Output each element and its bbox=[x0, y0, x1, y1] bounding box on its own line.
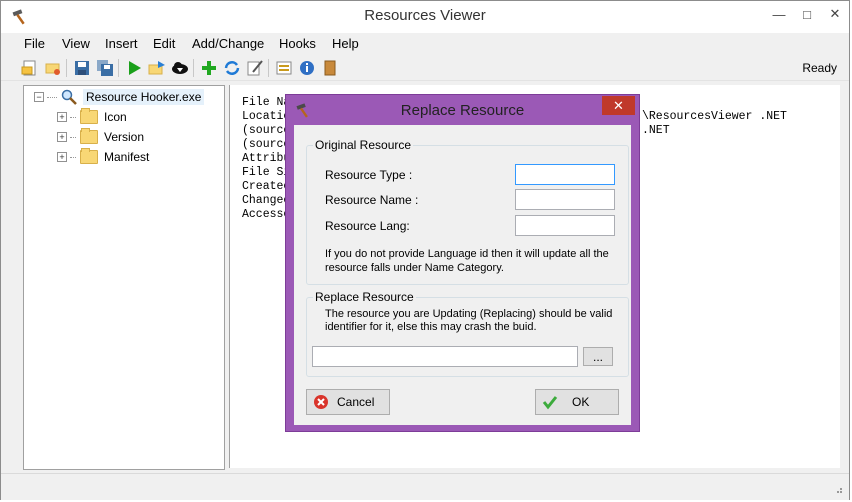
ok-button[interactable]: OK bbox=[535, 389, 619, 415]
menu-file[interactable]: File bbox=[24, 36, 45, 51]
tree-item-label: Manifest bbox=[104, 150, 150, 164]
minimize-button[interactable]: — bbox=[765, 1, 793, 27]
browse-button[interactable]: ... bbox=[583, 347, 613, 366]
open-file-icon[interactable] bbox=[21, 59, 39, 77]
expand-icon[interactable]: + bbox=[57, 152, 67, 162]
tree-root[interactable]: − Resource Hooker.exe bbox=[34, 88, 205, 106]
tree-item-icon[interactable]: + Icon bbox=[57, 108, 127, 126]
folder-icon bbox=[80, 148, 98, 164]
replace-resource-dialog: Replace Resource ✕ Original Resource Res… bbox=[285, 94, 640, 432]
info-icon[interactable] bbox=[298, 59, 316, 77]
detail-line: Attribu bbox=[242, 152, 291, 165]
save-all-icon[interactable] bbox=[96, 59, 114, 77]
resource-type-label: Resource Type : bbox=[325, 168, 413, 182]
toolbar: Ready bbox=[1, 56, 849, 81]
close-window-button[interactable]: ✕ bbox=[821, 1, 849, 27]
folder-icon bbox=[80, 108, 98, 124]
detail-line: Createc bbox=[242, 180, 291, 193]
cancel-button[interactable]: Cancel bbox=[306, 389, 390, 415]
collapse-icon[interactable]: − bbox=[34, 92, 44, 102]
dialog-body: Original Resource Resource Type : Resour… bbox=[294, 125, 631, 425]
add-icon[interactable] bbox=[200, 59, 218, 77]
expand-icon[interactable]: + bbox=[57, 132, 67, 142]
detail-line: (source bbox=[242, 124, 291, 137]
status-bar bbox=[1, 473, 849, 500]
original-resource-label: Original Resource bbox=[313, 138, 414, 152]
expand-icon[interactable]: + bbox=[57, 112, 67, 122]
replace-hint-line2: identifier for it, else this may crash t… bbox=[325, 321, 537, 333]
resource-lang-label: Resource Lang: bbox=[325, 219, 410, 233]
detail-line: Changec bbox=[242, 194, 291, 207]
detail-line: File Na bbox=[242, 96, 291, 109]
replace-resource-label: Replace Resource bbox=[313, 290, 416, 304]
resource-name-label: Resource Name : bbox=[325, 193, 419, 207]
checkmark-icon bbox=[542, 396, 558, 410]
run-icon[interactable] bbox=[125, 59, 143, 77]
status-ready: Ready bbox=[802, 61, 837, 75]
replace-file-input[interactable] bbox=[312, 346, 578, 367]
maximize-button[interactable]: □ bbox=[793, 1, 821, 27]
ok-label: OK bbox=[572, 395, 590, 409]
detail-line: (source bbox=[242, 138, 291, 151]
resize-grip-icon[interactable] bbox=[833, 484, 843, 494]
menu-bar: File View Insert Edit Add/Change Hooks H… bbox=[1, 34, 849, 54]
properties-icon[interactable] bbox=[275, 59, 293, 77]
detail-line: File Si bbox=[242, 166, 291, 179]
detail-fragment: \ResourcesViewer .NET bbox=[642, 110, 787, 123]
resource-type-input[interactable] bbox=[515, 164, 615, 185]
menu-help[interactable]: Help bbox=[332, 36, 359, 51]
tree-root-label: Resource Hooker.exe bbox=[83, 89, 205, 105]
edit-icon[interactable] bbox=[246, 59, 264, 77]
menu-hooks[interactable]: Hooks bbox=[279, 36, 316, 51]
save-icon[interactable] bbox=[73, 59, 91, 77]
tree-item-label: Icon bbox=[104, 110, 127, 124]
dialog-close-button[interactable]: ✕ bbox=[602, 96, 635, 115]
folder-icon bbox=[80, 128, 98, 144]
menu-edit[interactable]: Edit bbox=[153, 36, 175, 51]
tree-item-label: Version bbox=[104, 130, 145, 144]
cancel-label: Cancel bbox=[337, 395, 375, 409]
window-title: Resources Viewer bbox=[364, 7, 486, 24]
detail-line: Accesse bbox=[242, 208, 291, 221]
replace-hint-line1: The resource you are Updating (Replacing… bbox=[325, 308, 613, 320]
book-icon[interactable] bbox=[321, 59, 339, 77]
menu-view[interactable]: View bbox=[62, 36, 90, 51]
menu-add-change[interactable]: Add/Change bbox=[192, 36, 264, 51]
export-folder-icon[interactable] bbox=[148, 59, 166, 77]
tree-item-version[interactable]: + Version bbox=[57, 128, 144, 146]
language-hint-line1: If you do not provide Language id then i… bbox=[325, 248, 609, 260]
replace-resource-group: Replace Resource The resource you are Up… bbox=[306, 290, 629, 377]
refresh-icon[interactable] bbox=[223, 59, 241, 77]
dialog-title-bar: Replace Resource ✕ bbox=[286, 95, 639, 125]
open-folder-icon[interactable] bbox=[44, 59, 62, 77]
tree-item-manifest[interactable]: + Manifest bbox=[57, 148, 149, 166]
cloud-download-icon[interactable] bbox=[171, 59, 189, 77]
resource-lang-input[interactable] bbox=[515, 215, 615, 236]
title-bar: Resources Viewer — □ ✕ bbox=[1, 1, 849, 33]
language-hint-line2: resource falls under Name Category. bbox=[325, 262, 504, 274]
resource-name-input[interactable] bbox=[515, 189, 615, 210]
resource-tree: − Resource Hooker.exe + Icon + Version +… bbox=[23, 85, 225, 470]
menu-insert[interactable]: Insert bbox=[105, 36, 138, 51]
detail-line: Locatic bbox=[242, 110, 291, 123]
original-resource-group: Original Resource Resource Type : Resour… bbox=[306, 138, 629, 285]
dialog-title: Replace Resource bbox=[400, 102, 525, 119]
cancel-icon bbox=[314, 395, 328, 409]
magnifier-icon bbox=[61, 89, 77, 105]
detail-fragment: .NET bbox=[642, 124, 670, 137]
